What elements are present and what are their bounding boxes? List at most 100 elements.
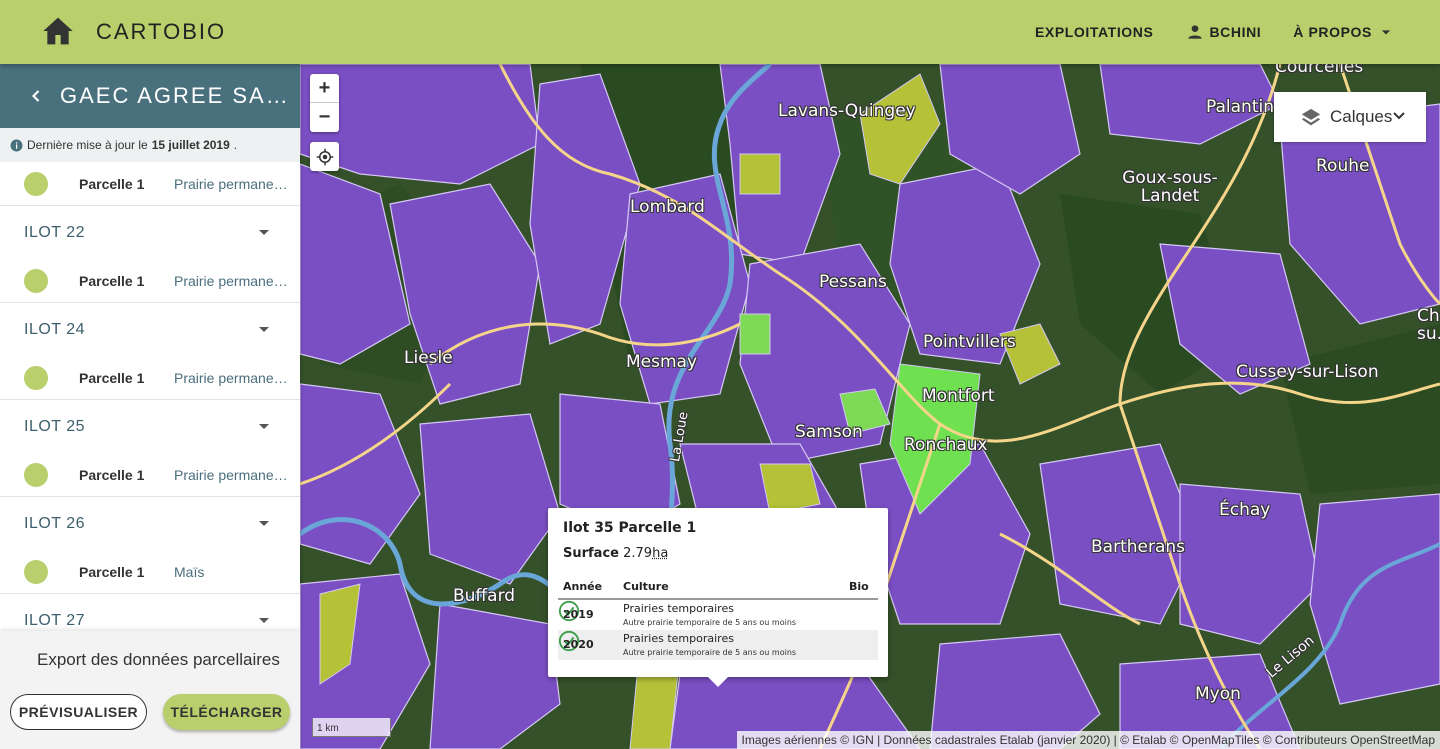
parcel-name: Parcelle 1 <box>79 272 145 289</box>
layers-label: Calques <box>1330 107 1393 126</box>
parcel-crop: Prairie permanente... <box>174 272 294 289</box>
person-icon <box>1188 25 1203 39</box>
row-crop: Prairies temporaires <box>623 632 734 645</box>
row-crop: Prairies temporaires <box>623 602 734 615</box>
locate-button[interactable] <box>310 142 339 171</box>
download-button[interactable]: TÉLÉCHARGER <box>163 694 290 730</box>
surface-value: 2.79 <box>623 546 653 561</box>
ilot-header[interactable]: ILOT 24 <box>0 303 300 356</box>
parcel-name: Parcelle 1 <box>79 563 145 580</box>
parcel-row[interactable]: Parcelle 1 Prairie permanente... <box>0 162 300 206</box>
caret-down-icon <box>259 520 269 526</box>
row-crop-detail: Autre prairie temporaire de 5 ans ou moi… <box>623 618 797 627</box>
table-row: 2020 Prairies temporaires Autre prairie … <box>558 630 878 660</box>
place-label: Palantine <box>1206 97 1285 117</box>
zoom-in-button[interactable]: + <box>310 74 339 103</box>
zoom-control: + − <box>310 74 339 132</box>
table-row: 2019 Prairies temporaires Autre prairie … <box>558 600 878 630</box>
preview-button[interactable]: PRÉVISUALISER <box>10 694 147 730</box>
place-label: Cussey-sur-Lison <box>1236 362 1379 382</box>
nav-exploitations[interactable]: EXPLOITATIONS <box>1035 24 1154 40</box>
place-label: Montfort <box>922 386 995 406</box>
place-label: Mesmay <box>626 352 698 372</box>
parcel-color-dot <box>24 365 48 390</box>
export-label: Export des données parcellaires <box>37 650 280 669</box>
chevron-down-icon <box>1393 112 1405 120</box>
update-date: 15 juillet 2019 <box>151 138 230 152</box>
arrow-drop-down-icon <box>1381 30 1391 35</box>
layers-control[interactable]: Calques <box>1274 92 1426 142</box>
header-crop: Culture <box>623 580 669 593</box>
caret-down-icon <box>259 229 269 235</box>
place-label: Courcelles <box>1275 64 1364 77</box>
caret-down-icon <box>259 326 269 332</box>
header-bio: Bio <box>849 580 869 593</box>
parcel-row[interactable]: Parcelle 1 Prairie permanente... <box>0 259 300 303</box>
parcel-color-dot <box>24 171 48 196</box>
table-header: Année Culture Bio <box>558 576 878 600</box>
place-label: Samson <box>795 422 863 442</box>
row-year: 2020 <box>563 638 594 651</box>
place-label: Pointvillers <box>923 332 1016 352</box>
scale-bar: 1 km <box>312 718 391 737</box>
surface-unit: ha <box>652 546 669 561</box>
sidebar: GAEC AGREE SAGE C... Dernière mise à jou… <box>0 64 300 749</box>
ilot-header[interactable]: ILOT 25 <box>0 400 300 453</box>
row-year: 2019 <box>563 608 594 621</box>
farm-title: GAEC AGREE SAGE C... <box>60 83 292 108</box>
ilot-header[interactable]: ILOT 26 <box>0 497 300 550</box>
place-label: Rouhe <box>1316 156 1370 176</box>
parcel-crop: Prairie permanente... <box>174 175 294 192</box>
parcel-name: Parcelle 1 <box>79 369 145 386</box>
home-icon[interactable] <box>42 16 74 46</box>
update-suffix: . <box>233 138 238 152</box>
parcel-row[interactable]: Parcelle 1 Prairie permanente... <box>0 453 300 497</box>
nav-user-label: BCHINI <box>1209 24 1262 40</box>
parcel-color-dot <box>24 268 48 293</box>
place-label: Buffard <box>453 586 516 606</box>
place-label: Goux-sous-Landet <box>1122 168 1218 206</box>
map-attribution: Images aériennes © IGN | Données cadastr… <box>736 731 1440 749</box>
zoom-out-button[interactable]: − <box>310 103 339 132</box>
place-label: Lavans-Quingey <box>778 101 916 121</box>
place-label: Lombard <box>630 197 705 217</box>
nav-about[interactable]: À PROPOS <box>1293 22 1396 42</box>
nav-user[interactable]: BCHINI <box>1185 22 1261 42</box>
parcel-name: Parcelle 1 <box>79 175 145 192</box>
parcel-row[interactable]: Parcelle 1 Prairie permanente... <box>0 356 300 400</box>
header-year: Année <box>563 580 603 593</box>
map-view[interactable]: Courcelles Lavans-Quingey Palantine Rouh… <box>300 64 1440 749</box>
parcel-crop: Prairie permanente... <box>174 466 294 483</box>
last-update-notice: Dernière mise à jour le 15 juillet 2019. <box>0 128 300 162</box>
parcel-color-dot <box>24 559 48 584</box>
place-label: Bartherans <box>1091 537 1186 557</box>
export-panel: Export des données parcellaires PRÉVISUA… <box>0 631 300 749</box>
parcel-row[interactable]: Parcelle 1 Maïs <box>0 550 300 594</box>
popup-surface: Surface 2.79ha <box>563 546 668 561</box>
ilot-label: ILOT 24 <box>24 320 86 338</box>
parcel-color-dot <box>24 462 48 487</box>
top-nav: EXPLOITATIONS BCHINI À PROPOS <box>1035 0 1396 64</box>
place-label: Myon <box>1195 684 1241 704</box>
update-prefix: Dernière mise à jour le <box>27 138 148 152</box>
place-label: Échay <box>1219 500 1271 520</box>
app-brand[interactable]: CARTOBIO <box>96 19 226 45</box>
row-crop-detail: Autre prairie temporaire de 5 ans ou moi… <box>623 648 797 657</box>
top-app-bar: CARTOBIO EXPLOITATIONS BCHINI À PROPOS <box>0 0 1440 64</box>
popup-title: Ilot 35 Parcelle 1 <box>563 520 697 536</box>
ilot-header[interactable]: ILOT 22 <box>0 206 300 259</box>
place-label: Ronchaux <box>904 435 988 455</box>
chevron-left-icon[interactable] <box>26 86 46 106</box>
caret-down-icon <box>259 617 269 623</box>
nav-about-label: À PROPOS <box>1293 24 1372 40</box>
place-label: Châ... su... <box>1417 307 1440 343</box>
ilot-label: ILOT 27 <box>24 611 86 629</box>
ilot-label: ILOT 26 <box>24 514 86 532</box>
parcel-popup: Ilot 35 Parcelle 1 Surface 2.79ha Année … <box>548 508 888 687</box>
place-label: Liesle <box>404 348 453 368</box>
layers-icon <box>1301 108 1321 126</box>
parcel-name: Parcelle 1 <box>79 466 145 483</box>
caret-down-icon <box>259 423 269 429</box>
info-icon <box>10 139 23 151</box>
ilot-label: ILOT 25 <box>24 417 86 435</box>
